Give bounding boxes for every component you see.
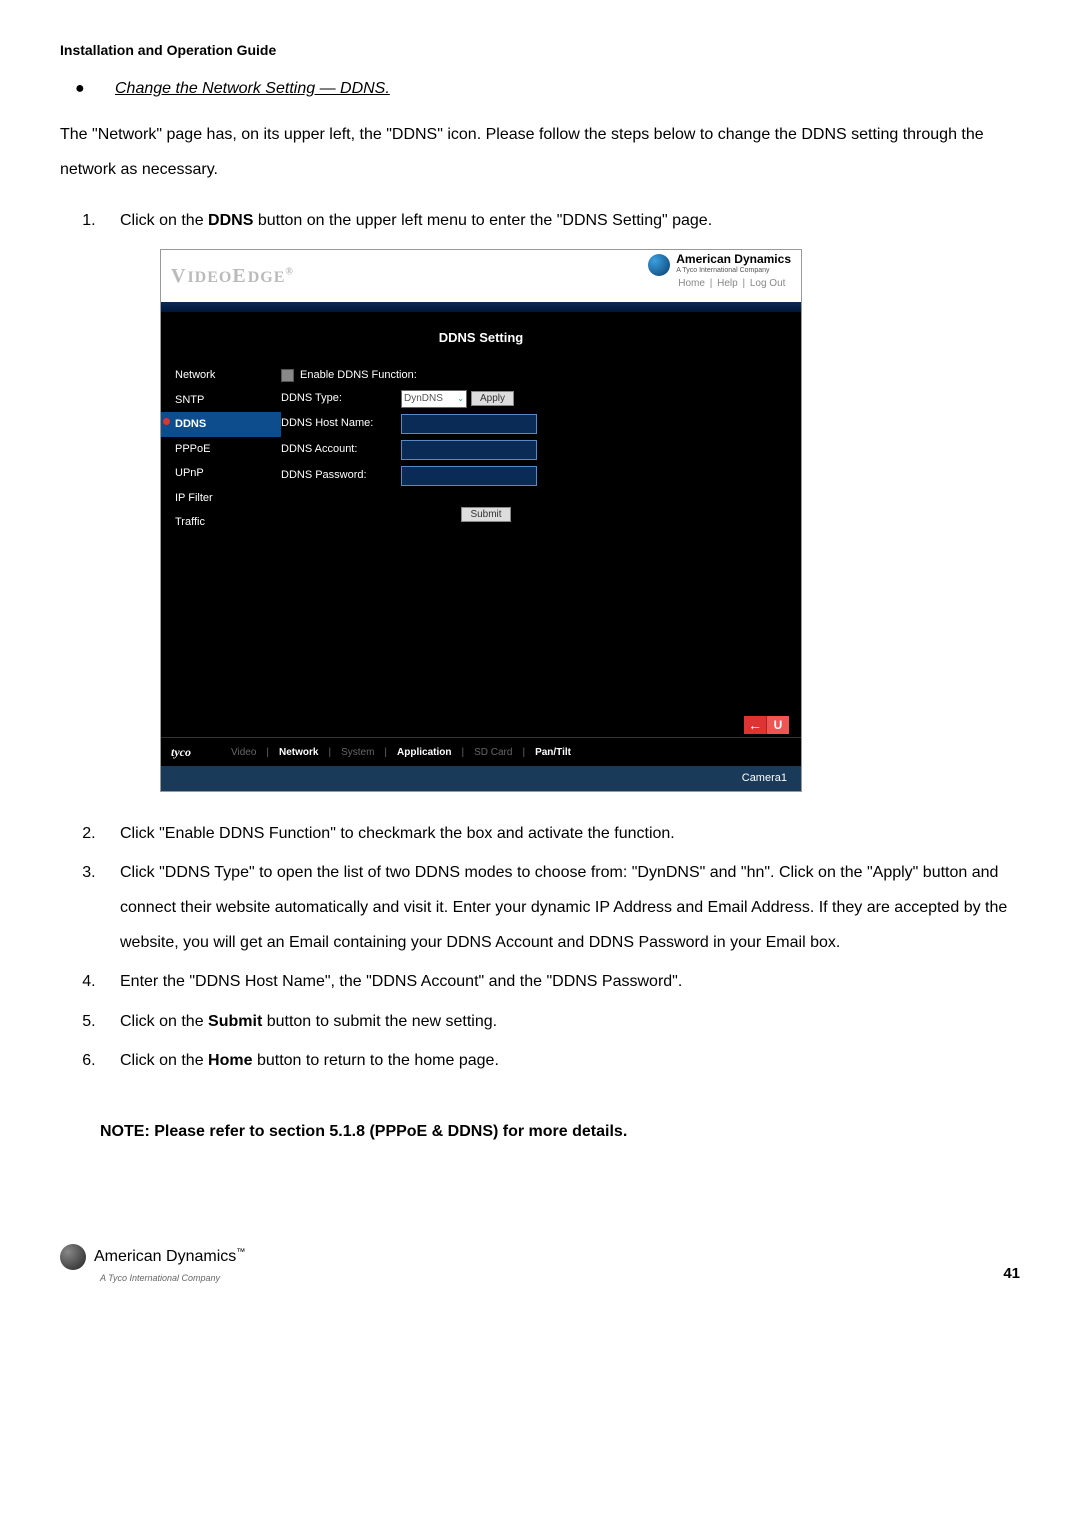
globe-icon (648, 254, 670, 276)
sidebar: Network SNTP DDNS PPPoE UPnP IP Filter T… (161, 357, 281, 737)
enable-ddns-checkbox[interactable] (281, 369, 294, 382)
sidebar-item-ddns[interactable]: DDNS (161, 412, 281, 437)
refresh-icon[interactable]: U (766, 716, 789, 734)
embedded-screenshot: VIDEOEDGE® American Dynamics A Tyco Inte… (160, 249, 802, 792)
app-footer: tyco Video| Network| System| Application… (161, 737, 801, 766)
videoedge-logo: VIDEOEDGE® (171, 261, 294, 291)
tab-pantilt[interactable]: Pan/Tilt (535, 745, 571, 760)
step-1: Click on the DDNS button on the upper le… (100, 203, 1020, 238)
ddns-host-input[interactable] (401, 414, 537, 434)
page-number: 41 (1003, 1263, 1020, 1286)
apply-button[interactable]: Apply (471, 391, 514, 406)
home-link[interactable]: Home (678, 278, 705, 289)
step-5: Click on the Submit button to submit the… (100, 1004, 1020, 1039)
tyco-logo: tyco (171, 743, 191, 761)
sidebar-item-sntp[interactable]: SNTP (161, 388, 281, 413)
ddns-type-label: DDNS Type: (281, 390, 401, 407)
app-header: VIDEOEDGE® American Dynamics A Tyco Inte… (161, 250, 801, 302)
ddns-host-label: DDNS Host Name: (281, 415, 401, 432)
submit-button[interactable]: Submit (461, 507, 510, 522)
steps-list: Click on the DDNS button on the upper le… (60, 203, 1020, 238)
header-links: Home | Help | Log Out (676, 278, 791, 289)
sidebar-item-ipfilter[interactable]: IP Filter (161, 486, 281, 511)
footer-sub: A Tyco International Company (100, 1272, 245, 1286)
nav-widget: ← U (744, 716, 789, 734)
header-separator (161, 302, 801, 312)
brand-name: American Dynamics (676, 254, 791, 265)
sidebar-item-network[interactable]: Network (161, 363, 281, 388)
tab-system[interactable]: System (341, 745, 374, 760)
ddns-account-input[interactable] (401, 440, 537, 460)
steps-list-continued: Click "Enable DDNS Function" to checkmar… (60, 816, 1020, 1078)
sidebar-item-pppoe[interactable]: PPPoE (161, 437, 281, 462)
intro-paragraph: The "Network" page has, on its upper lef… (60, 117, 1020, 187)
tab-sdcard[interactable]: SD Card (474, 745, 512, 760)
enable-ddns-label: Enable DDNS Function: (300, 367, 417, 384)
globe-icon (60, 1244, 86, 1270)
ddns-form: Enable DDNS Function: DDNS Type: DynDNS … (281, 357, 801, 737)
brand-sub: A Tyco International Company (676, 265, 791, 276)
step-4: Enter the "DDNS Host Name", the "DDNS Ac… (100, 964, 1020, 999)
step-6: Click on the Home button to return to th… (100, 1043, 1020, 1078)
ddns-account-label: DDNS Account: (281, 441, 401, 458)
page-title: DDNS Setting (161, 312, 801, 358)
ddns-type-select[interactable]: DynDNS ⌄ (401, 390, 467, 408)
step-3: Click "DDNS Type" to open the list of tw… (100, 855, 1020, 961)
logout-link[interactable]: Log Out (750, 278, 786, 289)
ddns-password-input[interactable] (401, 466, 537, 486)
step-2: Click "Enable DDNS Function" to checkmar… (100, 816, 1020, 851)
guide-title: Installation and Operation Guide (60, 40, 1020, 61)
sidebar-item-traffic[interactable]: Traffic (161, 510, 281, 535)
chevron-down-icon: ⌄ (457, 393, 464, 405)
tab-video[interactable]: Video (231, 745, 256, 760)
footer-logo: American Dynamics™ (60, 1244, 245, 1270)
section-heading: Change the Network Setting — DDNS. (115, 77, 1020, 101)
camera-label: Camera1 (161, 766, 801, 791)
footer-tabs: Video| Network| System| Application| SD … (231, 745, 571, 760)
ddns-password-label: DDNS Password: (281, 467, 401, 484)
page-footer: American Dynamics™ A Tyco International … (60, 1244, 1020, 1286)
sidebar-item-upnp[interactable]: UPnP (161, 461, 281, 486)
tab-application[interactable]: Application (397, 745, 451, 760)
help-link[interactable]: Help (717, 278, 738, 289)
back-arrow-icon[interactable]: ← (744, 716, 766, 734)
tab-network[interactable]: Network (279, 745, 318, 760)
note: NOTE: Please refer to section 5.1.8 (PPP… (100, 1120, 1020, 1144)
